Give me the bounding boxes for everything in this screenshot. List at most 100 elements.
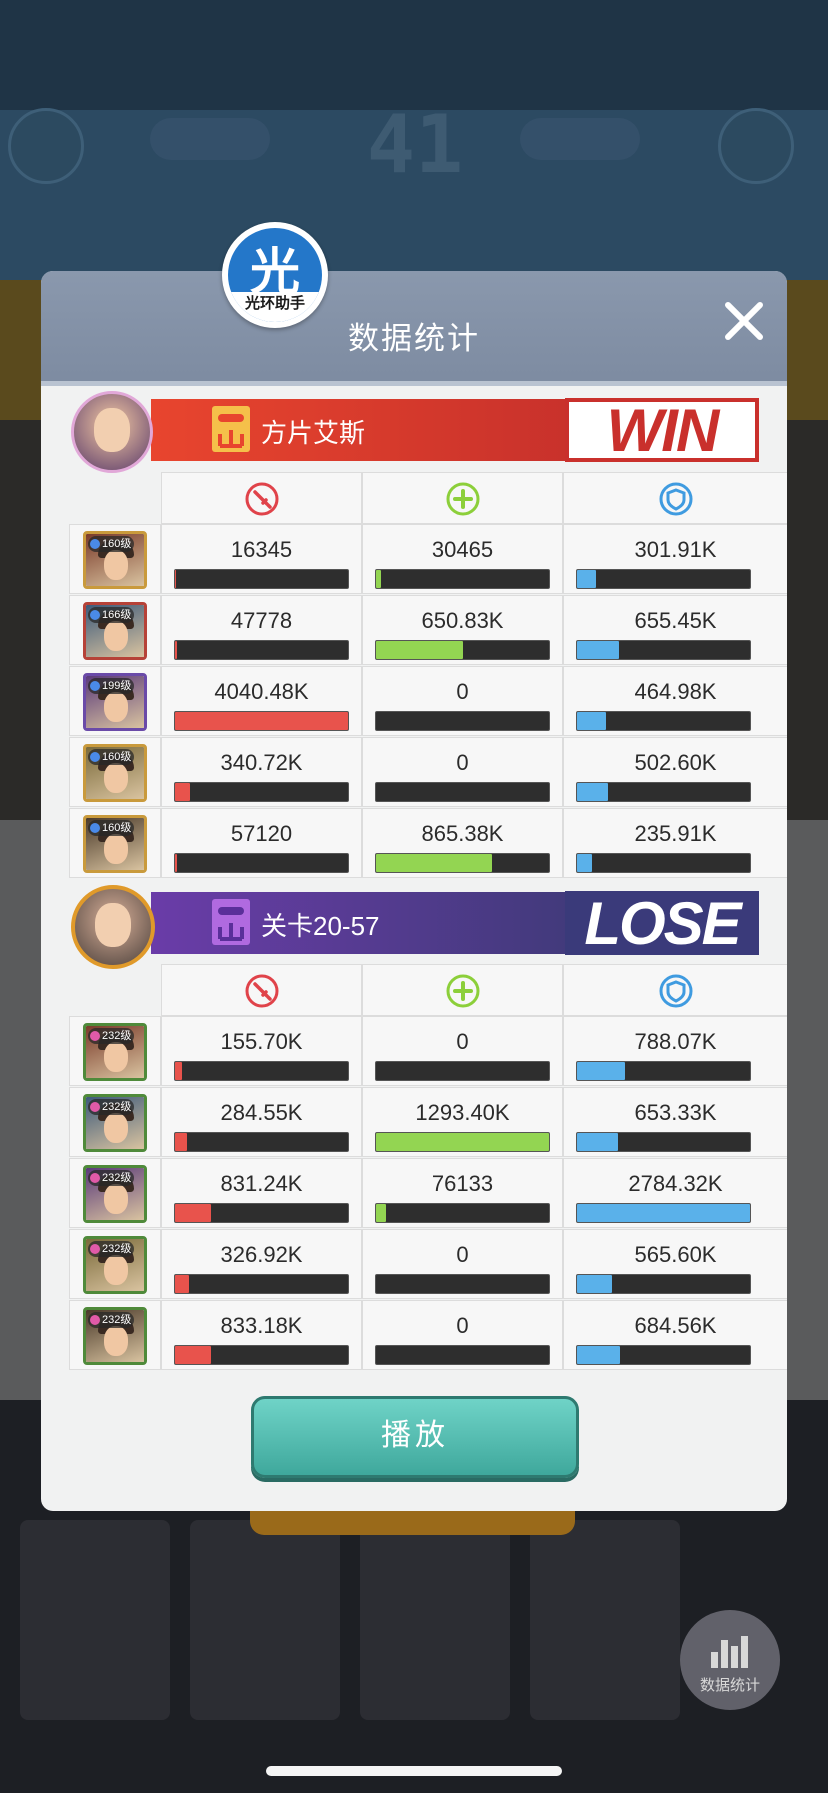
hero-stat-row: 232级 831.24K 76133 2784.32K: [69, 1158, 787, 1229]
stats-floating-button[interactable]: 数据统计: [680, 1610, 780, 1710]
close-icon[interactable]: [714, 291, 774, 351]
damage-bar: [174, 569, 349, 589]
damage-value: 16345: [230, 537, 293, 562]
hero-portrait[interactable]: 232级: [83, 1023, 147, 1081]
heal-cell: 0: [362, 737, 563, 807]
battle-stats-dialog: 数据统计 方片艾斯 WIN 160级 16345 30465 301.91K 1…: [41, 271, 787, 1511]
play-button[interactable]: 播放: [251, 1396, 579, 1478]
player-avatar: [71, 391, 153, 473]
win-label: WIN: [565, 398, 759, 462]
damage-cell: 47778: [161, 595, 362, 665]
damage-bar: [174, 1274, 349, 1294]
hero-level-badge: 160级: [88, 820, 135, 836]
tank-cell: 235.91K: [563, 808, 787, 878]
hero-level: 166级: [102, 609, 132, 621]
hero-level: 232级: [102, 1030, 132, 1042]
damage-cell: 340.72K: [161, 737, 362, 807]
background-hero-card: [190, 1520, 340, 1720]
damage-value: 47778: [230, 608, 293, 633]
heal-cell: 0: [362, 666, 563, 736]
hero-portrait[interactable]: 232级: [83, 1165, 147, 1223]
tank-bar-fill: [577, 783, 609, 801]
background-hero-card: [530, 1520, 680, 1720]
hero-stat-row: 160级 57120 865.38K 235.91K: [69, 808, 787, 879]
winning-team-name: 方片艾斯: [261, 418, 366, 448]
tank-cell: 301.91K: [563, 524, 787, 594]
tank-value: 653.33K: [634, 1100, 717, 1125]
tank-bar: [576, 1345, 751, 1365]
dialog-title: 数据统计: [348, 321, 480, 356]
hero-portrait-cell: 199级: [69, 666, 161, 736]
tank-cell: 788.07K: [563, 1016, 787, 1086]
rarity-gem-icon: [90, 823, 100, 833]
damage-value: 340.72K: [220, 750, 303, 775]
heal-cell: 1293.40K: [362, 1087, 563, 1157]
hero-level-badge: 166级: [88, 607, 135, 623]
background-hero-card: [360, 1520, 510, 1720]
heal-value: 865.38K: [421, 821, 504, 846]
hero-portrait-cell: 232级: [69, 1158, 161, 1228]
damage-value: 284.55K: [220, 1100, 303, 1125]
heal-bar-fill: [376, 1133, 549, 1151]
bar-chart-icon: [711, 1636, 748, 1668]
heal-bar: [375, 569, 550, 589]
damage-bar-fill: [175, 641, 178, 659]
tank-cell: 2784.32K: [563, 1158, 787, 1228]
damage-bar: [174, 853, 349, 873]
hero-level: 160级: [102, 538, 132, 550]
hero-level-badge: 232级: [88, 1028, 135, 1044]
heal-value: 650.83K: [421, 608, 504, 633]
tank-bar-fill: [577, 641, 619, 659]
hero-portrait-cell: 232级: [69, 1229, 161, 1299]
hero-portrait-cell: 160级: [69, 524, 161, 594]
damage-bar-fill: [175, 1275, 189, 1293]
damage-bar-fill: [175, 854, 178, 872]
heal-bar: [375, 640, 550, 660]
damage-bar-fill: [175, 570, 176, 588]
tank-bar: [576, 640, 751, 660]
hero-level: 160级: [102, 751, 132, 763]
tank-cell: 565.60K: [563, 1229, 787, 1299]
tank-bar-fill: [577, 1204, 750, 1222]
damage-bar: [174, 1345, 349, 1365]
hero-portrait[interactable]: 160级: [83, 531, 147, 589]
hero-portrait[interactable]: 232级: [83, 1094, 147, 1152]
hero-portrait[interactable]: 199级: [83, 673, 147, 731]
hero-portrait[interactable]: 232级: [83, 1236, 147, 1294]
tank-cell: 464.98K: [563, 666, 787, 736]
rarity-gem-icon: [90, 610, 100, 620]
heal-value: 30465: [431, 537, 494, 562]
heal-column-header: [362, 964, 563, 1016]
hero-portrait-cell: 232级: [69, 1087, 161, 1157]
hero-portrait[interactable]: 160级: [83, 815, 147, 873]
damage-bar-fill: [175, 1346, 211, 1364]
tank-bar-fill: [577, 854, 592, 872]
damage-bar-fill: [175, 1062, 182, 1080]
heal-value: 0: [456, 750, 469, 775]
damage-bar: [174, 711, 349, 731]
hero-portrait[interactable]: 160级: [83, 744, 147, 802]
heal-bar: [375, 1061, 550, 1081]
damage-bar-fill: [175, 1204, 211, 1222]
hero-portrait[interactable]: 166级: [83, 602, 147, 660]
tank-value: 788.07K: [634, 1029, 717, 1054]
damage-bar: [174, 1203, 349, 1223]
heal-cell: 30465: [362, 524, 563, 594]
app-logo: 光 光环助手: [228, 228, 322, 322]
tank-value: 502.60K: [634, 750, 717, 775]
heal-bar-fill: [376, 1204, 387, 1222]
damage-value: 831.24K: [220, 1171, 303, 1196]
tank-column-header: [563, 964, 787, 1016]
dialog-header: 数据统计: [41, 271, 787, 386]
plus-cross-icon: [446, 482, 479, 516]
hero-portrait-cell: 166级: [69, 595, 161, 665]
heal-value: 0: [456, 1242, 469, 1267]
heal-bar-fill: [376, 854, 492, 872]
damage-cell: 326.92K: [161, 1229, 362, 1299]
damage-value: 4040.48K: [214, 679, 309, 704]
background-left-emblem: [8, 108, 84, 184]
hero-portrait[interactable]: 232级: [83, 1307, 147, 1365]
rarity-gem-icon: [90, 1315, 100, 1325]
rarity-gem-icon: [90, 752, 100, 762]
hero-level: 232级: [102, 1172, 132, 1184]
